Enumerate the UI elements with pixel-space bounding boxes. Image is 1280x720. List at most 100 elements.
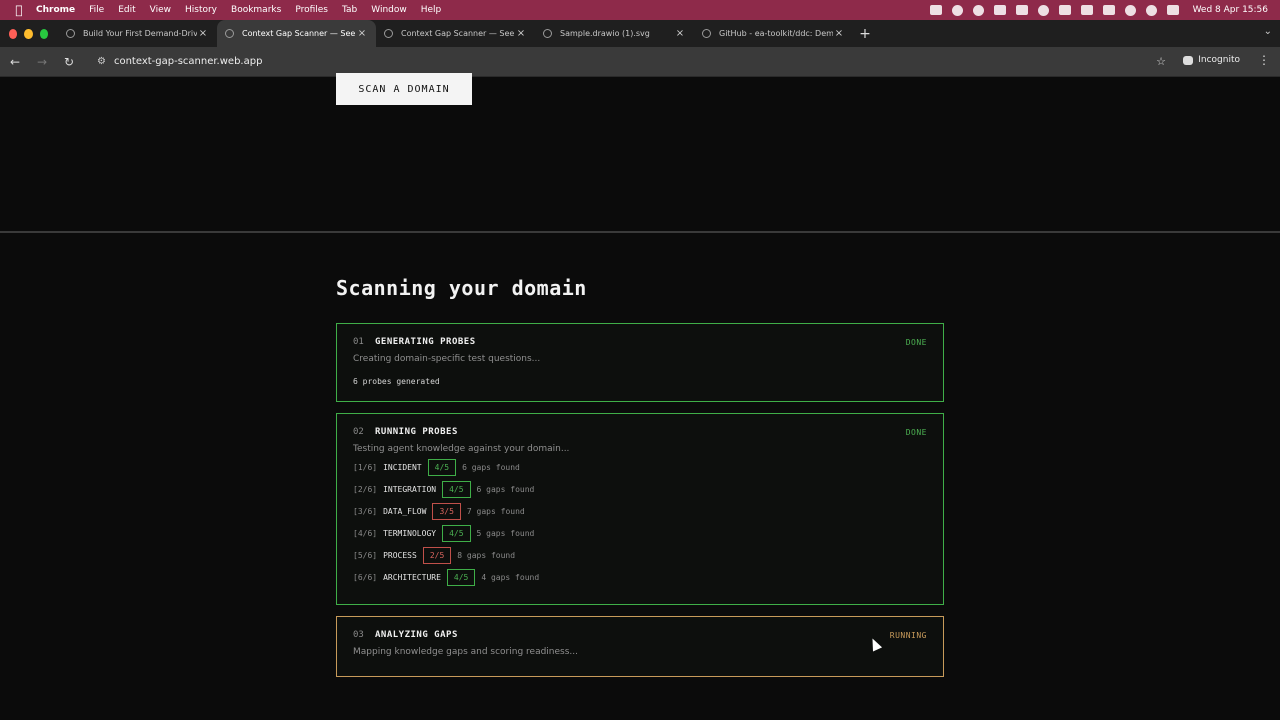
control-center-icon[interactable] [1166, 5, 1179, 15]
status-badge: DONE [905, 428, 927, 437]
address-bar[interactable]: ⚙ context-gap-scanner.web.app [87, 50, 1167, 74]
browser-tab-active[interactable]: Context Gap Scanner — See v × [217, 20, 376, 47]
close-tab-icon[interactable]: × [356, 28, 368, 39]
status-badge: RUNNING [889, 631, 927, 640]
probe-category: ARCHITECTURE [383, 573, 441, 582]
step-title: GENERATING PROBES [375, 337, 476, 347]
probe-category: INCIDENT [383, 463, 422, 472]
close-tab-icon[interactable]: × [197, 28, 209, 39]
probe-index: [5/6] [353, 551, 378, 560]
screen-mirror-icon[interactable] [1080, 5, 1093, 15]
site-info-icon[interactable]: ⚙ [97, 56, 106, 67]
browser-tab[interactable]: Build Your First Demand-Driv × [58, 20, 217, 47]
section-divider [0, 231, 1280, 233]
address-bar-url: context-gap-scanner.web.app [113, 56, 263, 67]
close-tab-icon[interactable]: × [515, 28, 527, 39]
menu-window[interactable]: Window [371, 5, 407, 15]
probe-gaps: 5 gaps found [476, 529, 535, 538]
bookmark-star-icon[interactable]: ☆ [1156, 55, 1166, 68]
tab-search-icon[interactable]: ⌄ [1264, 26, 1272, 37]
probe-score-badge: 4/5 [442, 525, 471, 542]
step-card-analyzing-gaps: 03 ANALYZING GAPS RUNNING Mapping knowle… [336, 616, 944, 677]
step-card-generating-probes: 01 GENERATING PROBES DONE Creating domai… [336, 323, 944, 402]
probe-index: [2/6] [353, 485, 378, 494]
browser-tab-strip: Build Your First Demand-Driv × Context G… [0, 20, 1280, 47]
probe-category: INTEGRATION [383, 485, 437, 494]
status-app-icon[interactable] [1058, 5, 1071, 15]
probe-score-badge: 4/5 [446, 569, 476, 586]
forward-arrow-icon[interactable]: → [30, 50, 54, 74]
status-app-icon[interactable] [951, 4, 963, 16]
incognito-label: Incognito [1198, 55, 1240, 65]
browser-toolbar: ← → ↻ ⚙ context-gap-scanner.web.app ☆ In… [0, 47, 1280, 77]
apple-icon[interactable]:  [12, 3, 26, 17]
step-card-running-probes: 02 RUNNING PROBES DONE Testing agent kno… [336, 413, 944, 605]
probe-index: [3/6] [353, 507, 378, 516]
menu-app-name[interactable]: Chrome [36, 5, 75, 15]
close-tab-icon[interactable]: × [833, 28, 845, 39]
status-badge: DONE [905, 338, 927, 347]
status-app-icon[interactable] [929, 5, 942, 15]
step-number: 02 [353, 427, 364, 437]
status-app-icon[interactable] [1037, 4, 1049, 16]
scan-domain-button[interactable]: SCAN A DOMAIN [336, 73, 472, 105]
page-title: Scanning your domain [336, 276, 587, 300]
probe-category: TERMINOLOGY [383, 529, 437, 538]
status-app-icon[interactable] [972, 4, 984, 16]
probe-gaps: 6 gaps found [476, 485, 535, 494]
back-arrow-icon[interactable]: ← [3, 50, 27, 74]
step-number: 03 [353, 630, 364, 640]
probe-gaps: 8 gaps found [457, 551, 516, 560]
macos-menu-bar:  Chrome File Edit View History Bookmark… [0, 0, 1280, 20]
menu-history[interactable]: History [185, 5, 217, 15]
step-number: 01 [353, 337, 364, 347]
tab-title: Sample.drawio (1).svg [560, 29, 650, 38]
probe-gaps: 4 gaps found [481, 573, 540, 582]
incognito-icon [1183, 55, 1194, 65]
site-favicon-icon [384, 29, 393, 38]
menu-edit[interactable]: Edit [118, 5, 135, 15]
search-icon[interactable] [1145, 4, 1157, 16]
fullscreen-window-button[interactable] [39, 28, 48, 39]
minimize-window-button[interactable] [24, 28, 33, 39]
status-app-icon[interactable] [993, 5, 1006, 15]
browser-tab[interactable]: GitHub - ea-toolkit/ddc: Dem × [694, 20, 853, 47]
probe-score-badge: 4/5 [427, 459, 457, 476]
menu-tab[interactable]: Tab [342, 5, 357, 15]
wifi-icon[interactable] [1124, 4, 1136, 16]
tab-title: Context Gap Scanner — See v [242, 29, 356, 38]
window-controls [0, 20, 58, 47]
probe-row: [4/6] TERMINOLOGY 4/5 5 gaps found [353, 525, 927, 542]
menu-view[interactable]: View [150, 5, 171, 15]
probe-row: [6/6] ARCHITECTURE 4/5 4 gaps found [353, 569, 927, 586]
probe-category: PROCESS [383, 551, 417, 560]
reload-icon[interactable]: ↻ [57, 50, 81, 74]
probe-row: [5/6] PROCESS 2/5 8 gaps found [353, 547, 927, 564]
close-window-button[interactable] [9, 28, 18, 39]
step-title: ANALYZING GAPS [375, 630, 458, 640]
step-result: 6 probes generated [353, 377, 440, 386]
status-icons: Wed 8 Apr 15:56 [929, 0, 1268, 20]
browser-tab[interactable]: Context Gap Scanner — See v × [376, 20, 535, 47]
probe-index: [6/6] [353, 573, 378, 582]
tab-title: Context Gap Scanner — See v [401, 29, 515, 38]
probe-row: [3/6] DATA_FLOW 3/5 7 gaps found [353, 503, 927, 520]
incognito-indicator[interactable]: Incognito [1183, 55, 1240, 65]
menu-help[interactable]: Help [421, 5, 442, 15]
close-tab-icon[interactable]: × [674, 28, 686, 39]
menu-bookmarks[interactable]: Bookmarks [231, 5, 281, 15]
probe-row: [2/6] INTEGRATION 4/5 6 gaps found [353, 481, 927, 498]
menu-file[interactable]: File [89, 5, 104, 15]
page-content: SCAN A DOMAIN Scanning your domain 01 GE… [0, 73, 1280, 720]
globe-icon [66, 29, 75, 38]
battery-icon[interactable] [1102, 5, 1115, 15]
status-app-icon[interactable] [1015, 5, 1028, 15]
browser-tab[interactable]: Sample.drawio (1).svg × [535, 20, 694, 47]
tab-title: GitHub - ea-toolkit/ddc: Dem [719, 29, 833, 38]
menu-clock[interactable]: Wed 8 Apr 15:56 [1193, 5, 1268, 15]
new-tab-button[interactable]: + [853, 20, 877, 47]
menu-profiles[interactable]: Profiles [295, 5, 328, 15]
probe-score-badge: 2/5 [422, 547, 452, 564]
tab-title: Build Your First Demand-Driv [83, 29, 197, 38]
more-menu-icon[interactable]: ⋮ [1258, 53, 1270, 67]
